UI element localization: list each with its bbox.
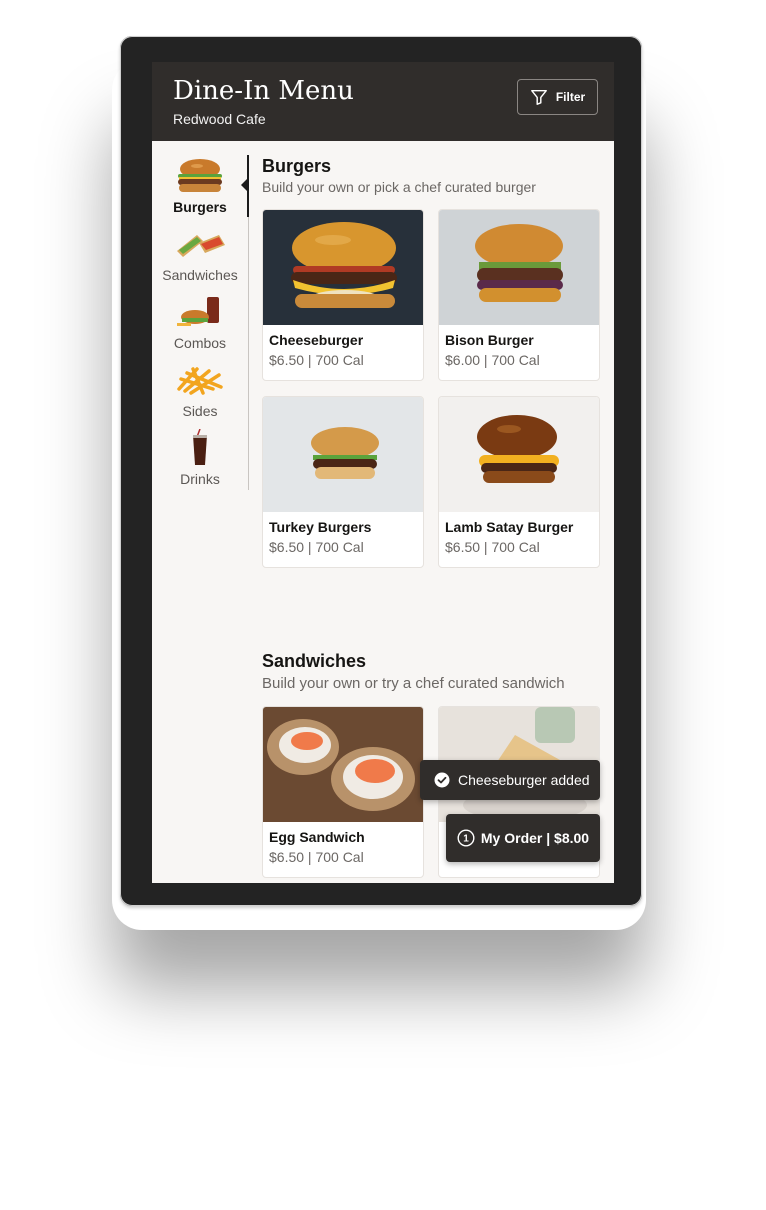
menu-item-egg-sandwich[interactable]: Egg Sandwich $6.50 | 700 Cal [262, 706, 424, 878]
menu-item-lamb-satay-burger[interactable]: Lamb Satay Burger $6.50 | 700 Cal [438, 396, 600, 568]
item-image [439, 210, 599, 325]
menu-item-turkey-burgers[interactable]: Turkey Burgers $6.50 | 700 Cal [262, 396, 424, 568]
item-image [263, 397, 423, 512]
sidebar-item-label: Sandwiches [162, 267, 238, 283]
filter-label: Filter [555, 90, 586, 104]
kiosk-screen: Dine-In Menu Redwood Cafe Filter Burgers… [152, 62, 614, 883]
section-subtitle-burgers: Build your own or pick a chef curated bu… [262, 179, 536, 195]
item-price-calories: $6.50 | 700 Cal [269, 352, 364, 368]
sidebar-item-combos[interactable]: Combos [152, 293, 248, 351]
sidebar-item-label: Drinks [180, 471, 220, 487]
sidebar-item-sides[interactable]: Sides [152, 361, 248, 419]
sidebar-item-label: Burgers [173, 199, 227, 215]
item-price-calories: $6.00 | 700 Cal [445, 352, 540, 368]
menu-item-cheeseburger[interactable]: Cheeseburger $6.50 | 700 Cal [262, 209, 424, 381]
combo-icon [173, 293, 227, 331]
order-count-icon: 1 [457, 829, 475, 847]
section-subtitle-sandwiches: Build your own or try a chef curated san… [262, 675, 565, 692]
check-circle-icon [434, 772, 450, 788]
filter-button[interactable]: Filter [517, 79, 598, 115]
sidebar-item-sandwiches[interactable]: Sandwiches [152, 225, 248, 283]
page-title: Dine-In Menu [173, 76, 354, 106]
my-order-label: My Order | $8.00 [480, 830, 590, 846]
app-header: Dine-In Menu Redwood Cafe Filter [152, 62, 614, 141]
section-title-burgers: Burgers [262, 156, 332, 176]
section-title-sandwiches: Sandwiches [262, 651, 367, 671]
added-to-order-toast: Cheeseburger added [420, 760, 600, 800]
drink-icon [173, 428, 227, 467]
item-image [439, 397, 599, 512]
item-name: Lamb Satay Burger [445, 519, 574, 535]
restaurant-name: Redwood Cafe [173, 111, 266, 127]
item-image [263, 707, 423, 822]
fries-icon [173, 361, 227, 399]
category-sidebar: Burgers Sandwiches Combos Sides Drinks [152, 141, 248, 883]
item-price-calories: $6.50 | 700 Cal [269, 849, 364, 865]
my-order-button[interactable]: 1 My Order | $8.00 [446, 814, 600, 862]
item-name: Cheeseburger [269, 332, 364, 348]
burger-icon [173, 157, 227, 195]
order-count: 1 [463, 834, 469, 845]
item-name: Egg Sandwich [269, 829, 365, 845]
filter-icon [530, 89, 547, 105]
item-image [263, 210, 423, 325]
toast-text: Cheeseburger added [458, 772, 590, 788]
item-price-calories: $6.50 | 700 Cal [269, 539, 364, 555]
sidebar-item-drinks[interactable]: Drinks [152, 428, 248, 487]
item-price-calories: $6.50 | 700 Cal [445, 539, 540, 555]
active-category-pointer [241, 178, 248, 192]
sidebar-item-label: Combos [173, 335, 227, 351]
sidebar-item-label: Sides [182, 403, 218, 419]
menu-item-bison-burger[interactable]: Bison Burger $6.00 | 700 Cal [438, 209, 600, 381]
sandwich-icon [173, 225, 227, 263]
item-name: Turkey Burgers [269, 519, 372, 535]
item-name: Bison Burger [445, 332, 534, 348]
sidebar-item-burgers[interactable]: Burgers [152, 157, 248, 215]
